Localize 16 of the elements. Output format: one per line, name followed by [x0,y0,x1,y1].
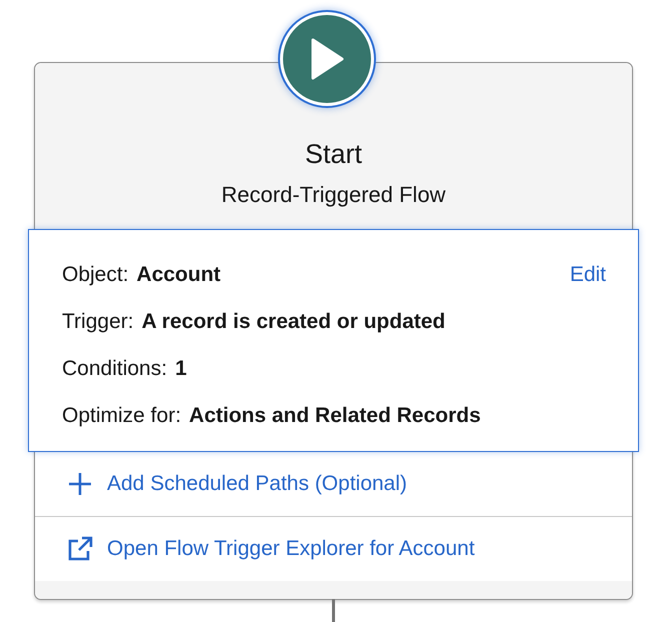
play-icon [309,37,345,81]
detail-label: Conditions: [62,356,168,382]
detail-value: Actions and Related Records [189,403,481,429]
detail-value: 1 [175,356,187,382]
detail-label: Object: [62,262,129,288]
detail-value: A record is created or updated [142,309,446,335]
plus-icon [67,471,93,497]
edit-link[interactable]: Edit [570,260,606,290]
external-link-icon [67,536,93,562]
detail-label: Trigger: [62,309,134,335]
start-button[interactable] [278,10,376,108]
add-paths-link[interactable]: Add Scheduled Paths (Optional) [35,452,632,516]
detail-value: Account [136,262,221,288]
detail-label: Optimize for: [62,403,182,429]
node-title: Start [304,139,362,170]
node-subtitle: Record-Triggered Flow [221,182,446,208]
